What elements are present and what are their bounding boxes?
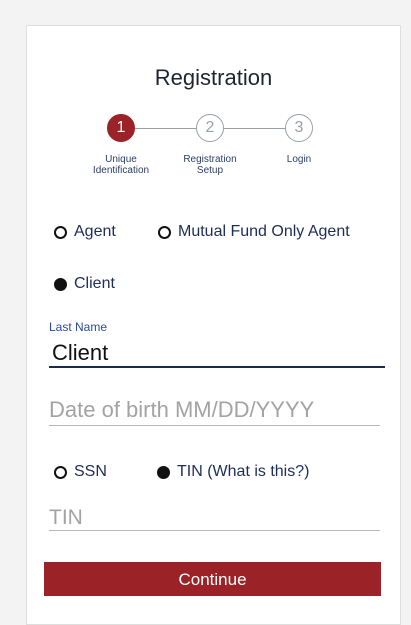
step-1-label: Unique Identification: [76, 154, 166, 176]
radio-ssn-circle[interactable]: [54, 465, 67, 479]
radio-ssn-label: SSN: [74, 463, 107, 480]
radio-tin[interactable]: TIN (What is this?): [157, 463, 309, 481]
radio-agent-label: Agent: [74, 223, 116, 240]
radio-mutual-fund-agent-label: Mutual Fund Only Agent: [178, 223, 350, 240]
step-2-label-line1: Registration: [183, 154, 237, 165]
step-2-label-line2: Setup: [196, 165, 224, 176]
step-1-label-line2: Identification: [92, 165, 150, 176]
page-title: Registration: [154, 65, 273, 90]
step-3-indicator: 3: [285, 114, 313, 142]
radio-mutual-fund-agent[interactable]: Mutual Fund Only Agent: [158, 223, 350, 241]
step-2-indicator: 2: [196, 114, 224, 142]
dob-underline: [49, 425, 380, 426]
radio-agent-circle[interactable]: [54, 225, 67, 239]
step-2-label: Registration Setup: [165, 154, 255, 176]
continue-button[interactable]: Continue: [44, 562, 381, 596]
last-name-label: Last Name: [49, 320, 108, 334]
step-3-label: Login: [254, 154, 344, 165]
tin-input[interactable]: TIN: [49, 506, 83, 530]
tin-underline: [49, 530, 380, 531]
registration-card: Registration 1 2 3 Unique Identification…: [26, 25, 401, 625]
last-name-underline: [49, 366, 385, 368]
last-name-input[interactable]: Client: [52, 340, 108, 366]
radio-client-label: Client: [74, 275, 115, 292]
dob-input[interactable]: Date of birth MM/DD/YYYY: [49, 397, 314, 423]
radio-client-circle[interactable]: [54, 277, 67, 291]
step-3-label-line1: Login: [286, 154, 312, 165]
step-1-label-line1: Unique: [105, 154, 137, 165]
step-connector-2: [224, 128, 287, 129]
radio-mutual-fund-agent-circle[interactable]: [158, 225, 171, 239]
radio-tin-circle[interactable]: [157, 465, 170, 479]
radio-client[interactable]: Client: [54, 275, 115, 293]
radio-ssn[interactable]: SSN: [54, 463, 107, 481]
radio-agent[interactable]: Agent: [54, 223, 116, 241]
step-1-indicator: 1: [107, 114, 135, 142]
radio-tin-label[interactable]: TIN (What is this?): [177, 463, 309, 481]
